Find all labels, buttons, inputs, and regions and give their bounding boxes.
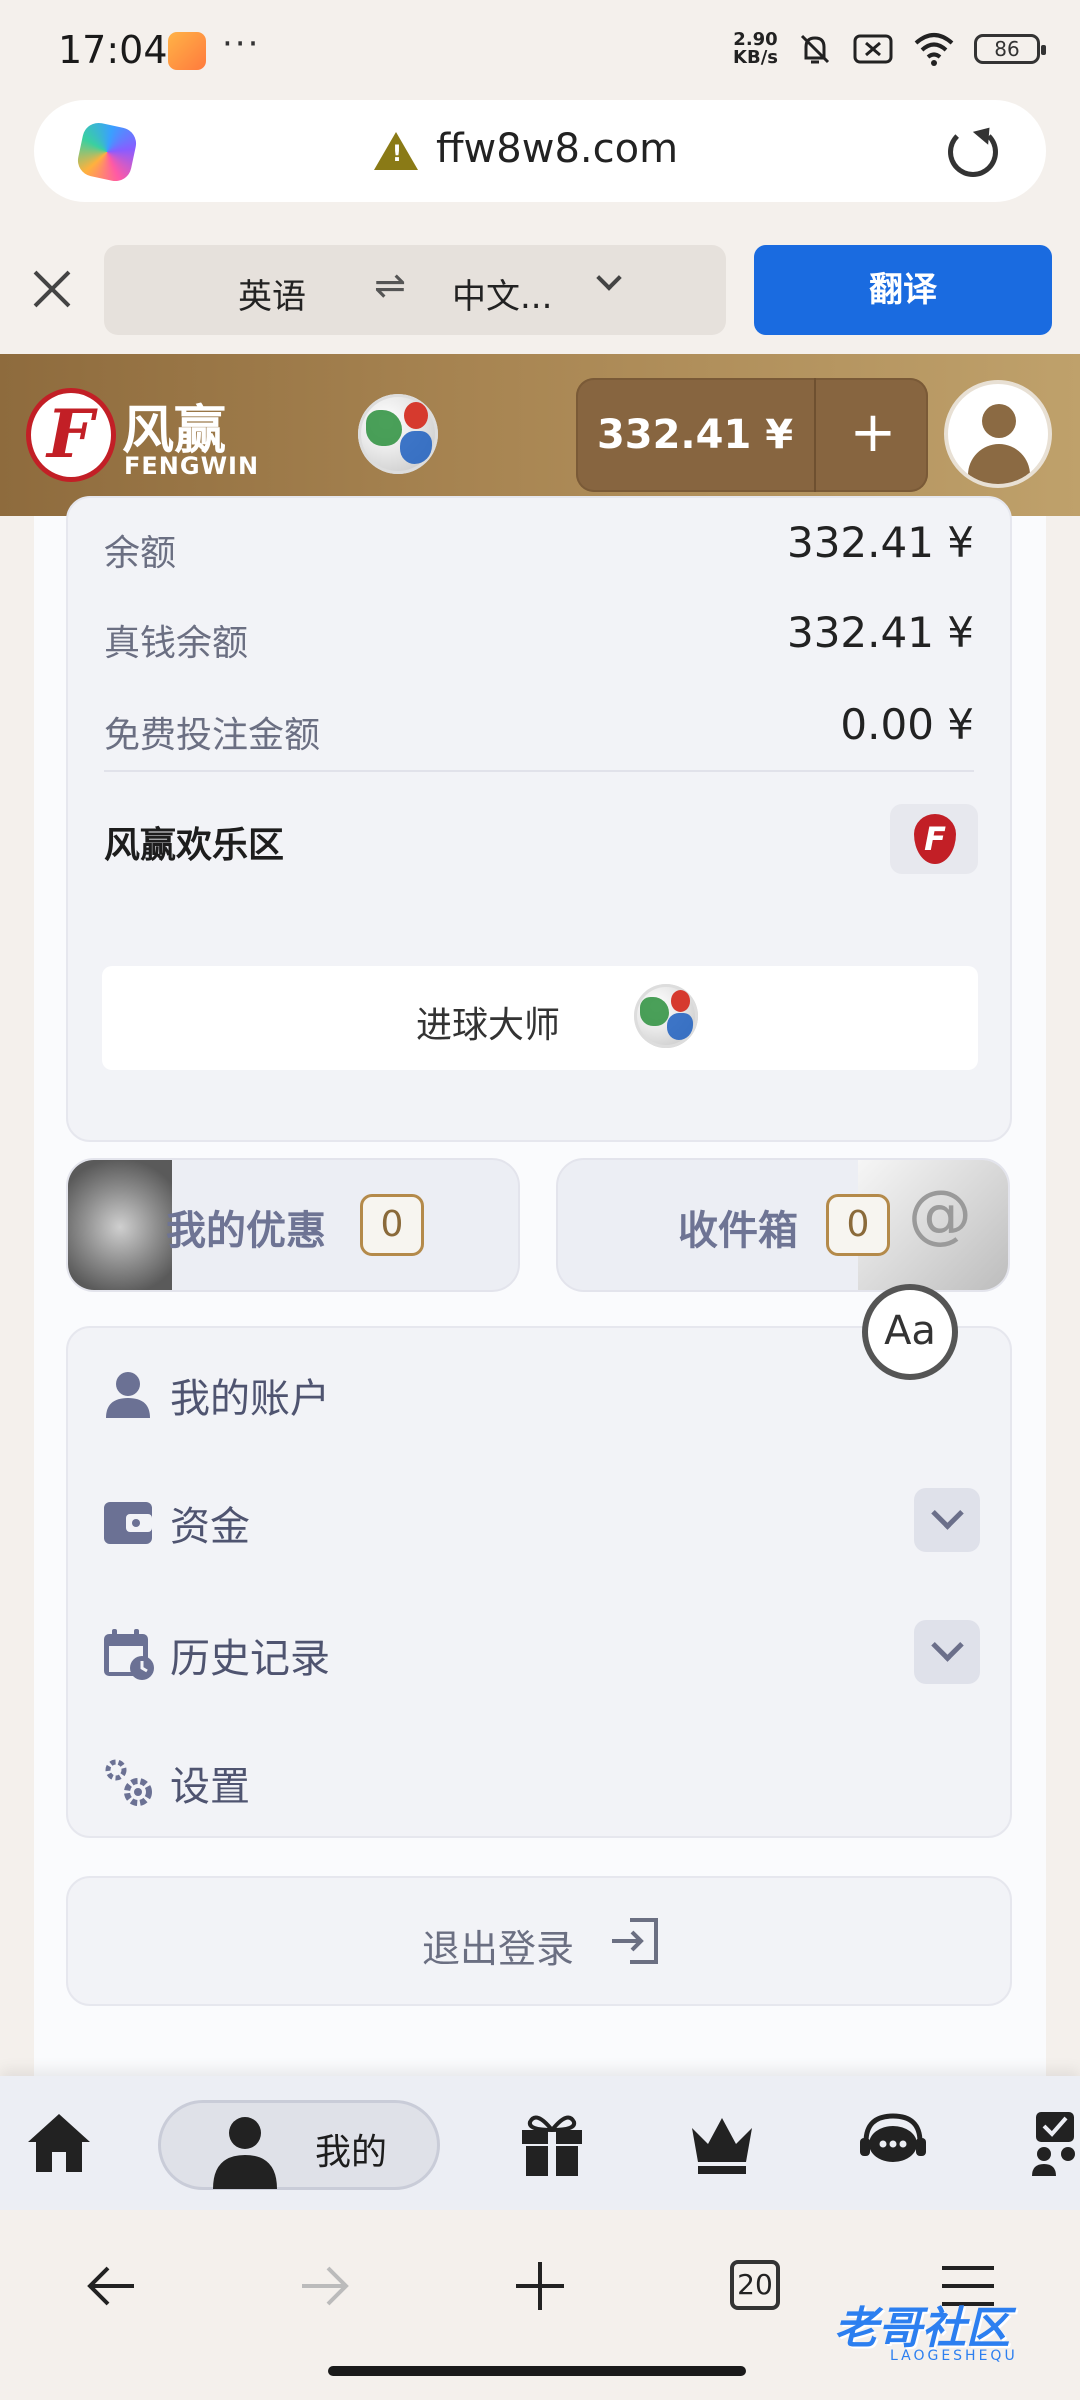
real-balance-label: 真钱余额 [104, 623, 249, 664]
network-speed-unit: KB/s [733, 47, 778, 68]
source-language[interactable]: 英语 [238, 269, 306, 318]
reload-icon[interactable] [948, 127, 998, 177]
community-watermark-sub: LAOGESHEQU [890, 2348, 1018, 2364]
wifi-icon [914, 33, 954, 66]
account-menu: 我的账户 资金 历史记录 设置 [66, 1326, 1012, 1838]
happy-zone-badge[interactable]: F [890, 804, 978, 874]
more-notifications-icon: ··· [222, 24, 261, 64]
tabs-count-button[interactable]: 20 [730, 2260, 780, 2310]
my-offers-count: 0 [360, 1194, 424, 1256]
inbox-label: 收件箱 [678, 1208, 798, 1254]
gears-icon [105, 1759, 152, 1806]
community-watermark: 老哥社区 [834, 2303, 1010, 2354]
app-notification-icon [168, 32, 206, 70]
balance-value: 332.41 ¥ [786, 518, 974, 567]
url-text[interactable]: ffw8w8.com [436, 126, 678, 172]
language-selector[interactable]: 英语 ⇌ 中文... [104, 245, 726, 335]
happy-zone-label: 风赢欢乐区 [104, 825, 285, 866]
soccer-ball-icon[interactable] [358, 394, 438, 474]
translate-bar: 英语 ⇌ 中文... 翻译 [0, 225, 1080, 353]
nav-label-mine: 我的 [315, 2132, 388, 2173]
home-icon[interactable] [24, 2108, 94, 2178]
chevron-down-icon[interactable] [596, 265, 622, 291]
goal-master-button[interactable]: 进球大师 [102, 966, 978, 1070]
logo-letter: F [47, 395, 94, 473]
goal-master-ball-icon [634, 984, 698, 1048]
swap-languages-icon[interactable]: ⇌ [374, 263, 406, 307]
logout-label: 退出登录 [422, 1927, 575, 1971]
customer-service-icon[interactable] [856, 2108, 930, 2178]
divider [104, 770, 974, 772]
my-offers-label: 我的优惠 [166, 1208, 326, 1254]
menu-item-my-account[interactable]: 我的账户 [100, 1346, 980, 1436]
forward-arrow-icon[interactable] [296, 2258, 352, 2314]
wallet-icon [104, 1502, 152, 1544]
logout-icon [612, 1918, 658, 1964]
avatar-body [968, 444, 1030, 484]
logo-english-name[interactable]: FENGWIN [124, 452, 259, 480]
user-icon [106, 1372, 150, 1418]
at-sign-glyph: @ [908, 1178, 972, 1252]
new-tab-plus-icon[interactable] [512, 2258, 568, 2314]
menu-label-my-account: 我的账户 [170, 1376, 330, 1422]
inbox-button[interactable]: @ 收件箱 0 [556, 1158, 1010, 1292]
balance-card: 余额 332.41 ¥ 真钱余额 332.41 ¥ 免费投注金额 0.00 ¥ … [66, 496, 1012, 1142]
close-translate-icon[interactable] [30, 267, 74, 311]
real-balance-value: 332.41 ¥ [786, 608, 974, 657]
warning-glyph: ! [392, 142, 403, 167]
menu-label-settings: 设置 [170, 1764, 250, 1810]
translate-button[interactable]: 翻译 [754, 245, 1052, 335]
site-bottom-nav: 我的 [0, 2076, 1080, 2210]
avatar[interactable] [944, 380, 1052, 488]
text-size-button[interactable]: Aa [862, 1284, 958, 1380]
crown-icon[interactable] [686, 2108, 758, 2178]
menu-item-funds[interactable]: 资金 [100, 1474, 980, 1564]
expand-history-chevron-icon[interactable] [914, 1620, 980, 1684]
free-bet-value: 0.00 ¥ [840, 700, 974, 749]
no-sim-icon [853, 34, 893, 64]
home-indicator[interactable] [328, 2366, 746, 2376]
my-offers-button[interactable]: 我的优惠 0 [66, 1158, 520, 1292]
status-bar: 17:04 ··· 2.90 KB/s 86 [0, 0, 1080, 100]
menu-label-funds: 资金 [170, 1504, 250, 1550]
balance-label: 余额 [104, 533, 177, 574]
deposit-button[interactable]: + [818, 378, 928, 492]
menu-item-history[interactable]: 历史记录 [100, 1606, 980, 1696]
gift-ribbon-image [68, 1160, 172, 1290]
calendar-clock-icon [104, 1629, 154, 1680]
fengwin-shield-icon: F [914, 814, 956, 864]
logout-button[interactable]: 退出登录 [66, 1876, 1012, 2006]
avatar-head [982, 404, 1016, 438]
network-speed: 2.90 KB/s [733, 31, 778, 67]
menu-label-history: 历史记录 [170, 1636, 330, 1682]
goal-master-label: 进球大师 [416, 1005, 561, 1046]
site-header: F 风赢 FENGWIN 332.41 ¥ + [0, 354, 1080, 516]
expand-funds-chevron-icon[interactable] [914, 1488, 980, 1552]
copilot-icon[interactable] [74, 119, 140, 185]
address-bar[interactable]: ! ffw8w8.com [34, 100, 1046, 202]
nav-item-mine[interactable]: 我的 [158, 2100, 440, 2190]
status-right: 2.90 KB/s 86 [733, 30, 1046, 68]
header-balance[interactable]: 332.41 ¥ [576, 378, 816, 492]
silent-bell-icon [800, 34, 830, 64]
gift-icon[interactable] [516, 2108, 588, 2178]
inbox-count: 0 [826, 1194, 890, 1256]
target-language[interactable]: 中文... [452, 269, 552, 318]
back-arrow-icon[interactable] [84, 2258, 140, 2314]
menu-item-settings[interactable]: 设置 [100, 1734, 980, 1824]
balance-pill[interactable]: 332.41 ¥ + [576, 378, 928, 492]
tasks-icon[interactable] [1030, 2108, 1080, 2178]
battery-indicator: 86 [974, 34, 1046, 64]
status-time: 17:04 [58, 28, 168, 72]
fengwin-logo-icon[interactable]: F [26, 388, 116, 482]
user-icon [213, 2117, 277, 2189]
free-bet-label: 免费投注金额 [104, 715, 321, 756]
not-secure-warning-icon[interactable]: ! [374, 132, 418, 170]
